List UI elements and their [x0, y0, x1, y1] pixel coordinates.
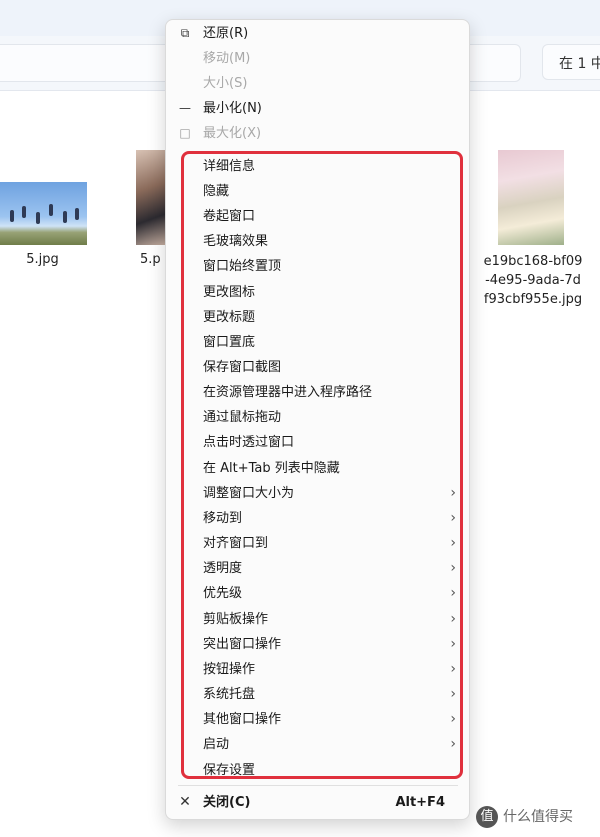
- menu-item-label: 卷起窗口: [203, 209, 256, 224]
- file-name-line: e19bc168-bf09: [483, 254, 583, 269]
- chevron-right-icon: ›: [450, 585, 456, 601]
- menu-item-label: 移动(M): [203, 51, 251, 66]
- close-icon: ✕: [179, 794, 191, 810]
- chevron-right-icon: ›: [450, 485, 456, 501]
- menu-item-system-tray[interactable]: 系统托盘 ›: [166, 682, 469, 707]
- menu-item-opacity[interactable]: 透明度 ›: [166, 556, 469, 581]
- menu-item-label: 在 Alt+Tab 列表中隐藏: [203, 461, 340, 476]
- menu-item-minimize[interactable]: — 最小化(N): [166, 96, 469, 121]
- menu-item-label: 保存设置: [203, 763, 256, 778]
- menu-item-label: 移动到: [203, 511, 243, 526]
- menu-item-open-path[interactable]: 在资源管理器中进入程序路径: [166, 380, 469, 405]
- menu-item-label: 还原(R): [203, 26, 249, 41]
- menu-item-details[interactable]: 详细信息: [166, 154, 469, 179]
- menu-item-change-icon[interactable]: 更改图标: [166, 280, 469, 305]
- menu-item-restore[interactable]: ⧉ 还原(R): [166, 21, 469, 46]
- menu-item-save-settings[interactable]: 保存设置: [166, 758, 469, 783]
- menu-item-label: 按钮操作: [203, 662, 256, 677]
- file-name[interactable]: 5.jpg: [0, 252, 85, 267]
- menu-item-change-title[interactable]: 更改标题: [166, 305, 469, 330]
- chevron-right-icon: ›: [450, 535, 456, 551]
- menu-item-label: 优先级: [203, 586, 243, 601]
- menu-item-label: 在资源管理器中进入程序路径: [203, 385, 373, 400]
- menu-item-mouse-drag[interactable]: 通过鼠标拖动: [166, 405, 469, 430]
- menu-item-label: 其他窗口操作: [203, 712, 282, 727]
- menu-item-label: 剪贴板操作: [203, 612, 269, 627]
- chevron-right-icon: ›: [450, 661, 456, 677]
- menu-item-label: 最小化(N): [203, 101, 262, 116]
- file-name[interactable]: e19bc168-bf09 -4e95-9ada-7d f93cbf955e.j…: [478, 252, 588, 309]
- file-thumbnail[interactable]: [498, 150, 564, 245]
- chevron-right-icon: ›: [450, 611, 456, 627]
- menu-item-label: 启动: [203, 737, 230, 752]
- menu-item-label: 详细信息: [203, 159, 256, 174]
- menu-item-label: 点击时透过窗口: [203, 435, 295, 450]
- file-name-line: f93cbf955e.jpg: [483, 292, 583, 307]
- menu-item-close[interactable]: ✕ 关闭(C) Alt+F4: [166, 790, 469, 815]
- menu-item-save-screenshot[interactable]: 保存窗口截图: [166, 355, 469, 380]
- menu-item-click-through[interactable]: 点击时透过窗口: [166, 430, 469, 455]
- menu-item-always-on-top[interactable]: 窗口始终置顶: [166, 254, 469, 279]
- file-thumbnail[interactable]: [136, 150, 168, 245]
- menu-item-label: 透明度: [203, 561, 243, 576]
- menu-item-hide-alt-tab[interactable]: 在 Alt+Tab 列表中隐藏: [166, 456, 469, 481]
- menu-item-highlight-window[interactable]: 突出窗口操作 ›: [166, 632, 469, 657]
- menu-item-move[interactable]: 移动(M): [166, 46, 469, 71]
- menu-item-hide[interactable]: 隐藏: [166, 179, 469, 204]
- menu-item-other-actions[interactable]: 其他窗口操作 ›: [166, 707, 469, 732]
- watermark-text: 什么值得买: [503, 809, 573, 825]
- menu-item-label: 关闭(C): [203, 795, 251, 810]
- menu-item-label: 调整窗口大小为: [203, 486, 295, 501]
- chevron-right-icon: ›: [450, 636, 456, 652]
- menu-item-label: 大小(S): [203, 76, 248, 91]
- menu-item-blur[interactable]: 毛玻璃效果: [166, 229, 469, 254]
- menu-item-label: 对齐窗口到: [203, 536, 269, 551]
- chevron-right-icon: ›: [450, 560, 456, 576]
- restore-icon: ⧉: [180, 26, 190, 40]
- menu-item-label: 更改图标: [203, 285, 256, 300]
- search-box[interactable]: 在 1 中: [542, 44, 600, 80]
- menu-item-label: 突出窗口操作: [203, 637, 282, 652]
- menu-item-clipboard[interactable]: 剪贴板操作 ›: [166, 607, 469, 632]
- maximize-icon: □: [179, 126, 191, 140]
- menu-item-label: 更改标题: [203, 310, 256, 325]
- menu-item-startup[interactable]: 启动 ›: [166, 732, 469, 757]
- watermark: 值什么值得买: [476, 806, 573, 828]
- menu-item-maximize[interactable]: □ 最大化(X): [166, 121, 469, 146]
- chevron-right-icon: ›: [450, 686, 456, 702]
- menu-item-label: 窗口置底: [203, 335, 256, 350]
- menu-item-label: 保存窗口截图: [203, 360, 282, 375]
- menu-item-label: 最大化(X): [203, 126, 262, 141]
- menu-item-size[interactable]: 大小(S): [166, 71, 469, 96]
- menu-item-priority[interactable]: 优先级 ›: [166, 581, 469, 606]
- menu-item-button-actions[interactable]: 按钮操作 ›: [166, 657, 469, 682]
- menu-item-move-to[interactable]: 移动到 ›: [166, 506, 469, 531]
- menu-item-resize-to[interactable]: 调整窗口大小为 ›: [166, 481, 469, 506]
- menu-item-label: 系统托盘: [203, 687, 256, 702]
- file-name-line: -4e95-9ada-7d: [485, 273, 581, 288]
- menu-item-send-to-bottom[interactable]: 窗口置底: [166, 330, 469, 355]
- chevron-right-icon: ›: [450, 510, 456, 526]
- minimize-icon: —: [179, 101, 191, 115]
- window-context-menu: ⧉ 还原(R) 移动(M) 大小(S) — 最小化(N) □ 最大化(X) 详细…: [165, 19, 470, 820]
- menu-item-label: 通过鼠标拖动: [203, 410, 282, 425]
- menu-item-roll-up[interactable]: 卷起窗口: [166, 204, 469, 229]
- menu-item-align-to[interactable]: 对齐窗口到 ›: [166, 531, 469, 556]
- watermark-logo-icon: 值: [476, 806, 498, 828]
- menu-item-label: 毛玻璃效果: [203, 234, 269, 249]
- chevron-right-icon: ›: [450, 711, 456, 727]
- shortcut-label: Alt+F4: [395, 795, 445, 810]
- menu-item-label: 窗口始终置顶: [203, 259, 282, 274]
- chevron-right-icon: ›: [450, 736, 456, 752]
- menu-separator: [178, 785, 458, 786]
- menu-item-label: 隐藏: [203, 184, 230, 199]
- file-thumbnail[interactable]: [0, 182, 87, 245]
